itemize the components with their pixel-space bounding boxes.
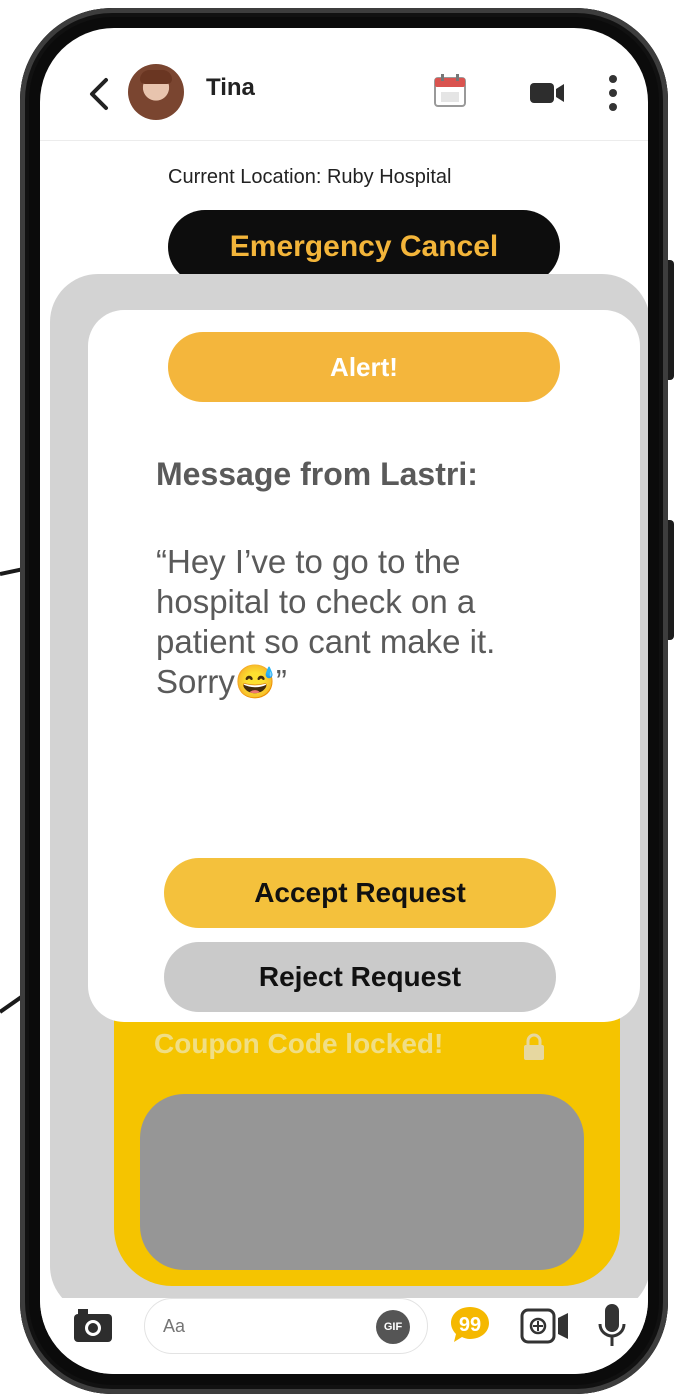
- alert-title: Alert!: [168, 332, 560, 402]
- coupon-label: Coupon Code locked!: [154, 1028, 444, 1059]
- lock-icon: [524, 1033, 544, 1060]
- back-icon[interactable]: [86, 76, 114, 112]
- avatar[interactable]: [128, 64, 184, 120]
- contact-name[interactable]: Tina: [206, 74, 255, 102]
- phone-frame: Tina Current Location: Ruby Hospital Eme…: [20, 8, 668, 1394]
- message-body: “Hey I’ve to go to the hospital to check…: [156, 543, 496, 700]
- more-icon[interactable]: [606, 72, 620, 114]
- gif-icon[interactable]: GIF: [376, 1310, 410, 1344]
- chat-header: Tina: [40, 28, 648, 141]
- coupon-code-box: [140, 1094, 584, 1270]
- video-call-icon[interactable]: [528, 80, 566, 106]
- live-camera-icon[interactable]: [520, 1306, 570, 1346]
- message-title: Message from Lastri:: [156, 456, 478, 492]
- current-location: Current Location: Ruby Hospital: [168, 166, 452, 188]
- accept-request-button[interactable]: Accept Request: [164, 858, 556, 928]
- camera-icon[interactable]: [72, 1308, 114, 1344]
- emergency-cancel-button[interactable]: Emergency Cancel: [168, 210, 560, 284]
- svg-text:99: 99: [459, 1314, 481, 1336]
- alert-modal: Alert! Message from Lastri: “Hey I’ve to…: [88, 310, 640, 1022]
- quote-bubble-icon[interactable]: 99: [448, 1304, 492, 1346]
- reject-request-button[interactable]: Reject Request: [164, 942, 556, 1012]
- composer-bar: GIF 99: [40, 1298, 648, 1374]
- phone-screen: Tina Current Location: Ruby Hospital Eme…: [40, 28, 648, 1374]
- microphone-icon[interactable]: [596, 1302, 628, 1350]
- calendar-icon[interactable]: [432, 72, 468, 110]
